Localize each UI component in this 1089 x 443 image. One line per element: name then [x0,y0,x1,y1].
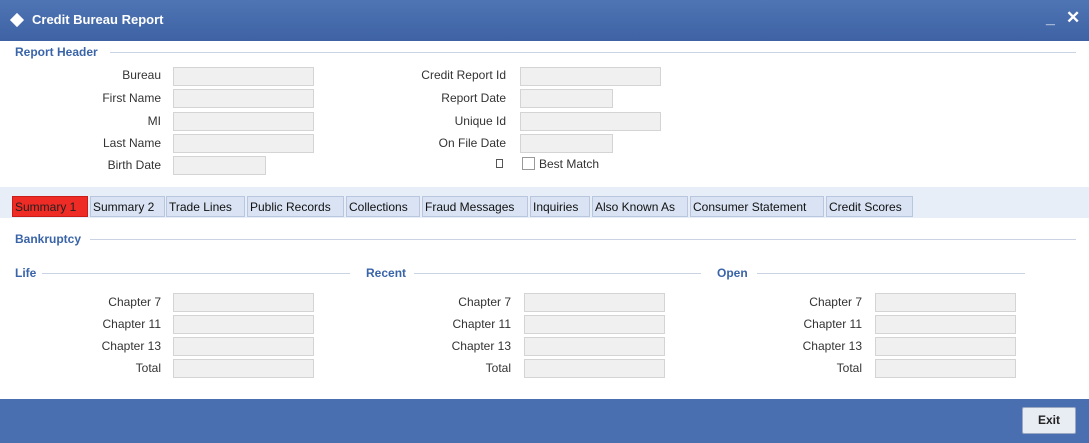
open-chapter-11-field[interactable] [875,315,1016,334]
report-date-field[interactable] [520,89,613,108]
bureau-label: Bureau [122,68,161,82]
on-file-date-field[interactable] [520,134,613,153]
window-title: Credit Bureau Report [32,12,164,27]
open-chapter-13-field[interactable] [875,337,1016,356]
recent-chapter-11-label: Chapter 11 [452,317,511,331]
recent-chapter-7-field[interactable] [524,293,665,312]
mi-label: MI [147,114,161,128]
tab-consumer-statement[interactable]: Consumer Statement [690,196,824,217]
recent-group-divider [414,273,701,274]
open-total-field[interactable] [875,359,1016,378]
recent-group-title: Recent [366,266,407,280]
best-match-label: Best Match [539,157,600,171]
best-match-checkbox[interactable] [522,157,535,170]
credit-report-id-label: Credit Report Id [421,68,506,82]
tab-credit-scores[interactable]: Credit Scores [826,196,913,217]
window-titlebar: Credit Bureau Report _ ✕ [0,0,1089,41]
tab-inquiries[interactable]: Inquiries [530,196,590,217]
first-name-label: First Name [102,91,161,105]
open-chapter-11-label: Chapter 11 [803,317,862,331]
tab-strip: Summary 1 Summary 2 Trade Lines Public R… [0,187,1089,218]
tab-summary-1[interactable]: Summary 1 [12,196,88,217]
first-name-field[interactable] [173,89,314,108]
open-group-divider [757,273,1025,274]
life-chapter-11-label: Chapter 11 [102,317,161,331]
recent-chapter-7-label: Chapter 7 [458,295,511,309]
recent-chapter-13-label: Chapter 13 [451,339,511,353]
life-chapter-7-field[interactable] [173,293,314,312]
life-chapter-13-field[interactable] [173,337,314,356]
tab-trade-lines[interactable]: Trade Lines [166,196,245,217]
minimize-icon[interactable]: _ [1046,10,1055,28]
life-total-field[interactable] [173,359,314,378]
bureau-field[interactable] [173,67,314,86]
exit-button[interactable]: Exit [1022,407,1076,434]
last-name-label: Last Name [102,136,161,150]
life-group-divider [42,273,350,274]
recent-chapter-11-field[interactable] [524,315,665,334]
unique-id-label: Unique Id [454,114,506,128]
footer-bar [0,399,1089,443]
tab-collections[interactable]: Collections [346,196,420,217]
open-chapter-7-label: Chapter 7 [809,295,862,309]
unlabeled-checkbox[interactable] [496,159,503,168]
recent-chapter-13-field[interactable] [524,337,665,356]
birth-date-field[interactable] [173,156,266,175]
tab-fraud-messages[interactable]: Fraud Messages [422,196,528,217]
bankruptcy-title: Bankruptcy [15,232,82,246]
diamond-icon [9,12,25,28]
report-header-title: Report Header [15,45,98,59]
life-chapter-11-field[interactable] [173,315,314,334]
close-icon[interactable]: ✕ [1066,8,1080,28]
life-chapter-13-label: Chapter 13 [101,339,161,353]
open-total-label: Total [836,361,862,375]
open-chapter-7-field[interactable] [875,293,1016,312]
recent-total-label: Total [485,361,511,375]
open-chapter-13-label: Chapter 13 [802,339,862,353]
life-total-label: Total [135,361,161,375]
recent-total-field[interactable] [524,359,665,378]
open-group-title: Open [717,266,748,280]
life-chapter-7-label: Chapter 7 [108,295,161,309]
tab-public-records[interactable]: Public Records [247,196,344,217]
birth-date-label: Birth Date [107,158,161,172]
mi-field[interactable] [173,112,314,131]
tab-also-known-as[interactable]: Also Known As [592,196,688,217]
life-group-title: Life [15,266,37,280]
on-file-date-label: On File Date [438,136,506,150]
credit-report-id-field[interactable] [520,67,661,86]
tab-summary-2[interactable]: Summary 2 [90,196,165,217]
bankruptcy-divider [90,239,1076,240]
last-name-field[interactable] [173,134,314,153]
unique-id-field[interactable] [520,112,661,131]
report-date-label: Report Date [441,91,506,105]
report-header-divider [110,52,1076,53]
